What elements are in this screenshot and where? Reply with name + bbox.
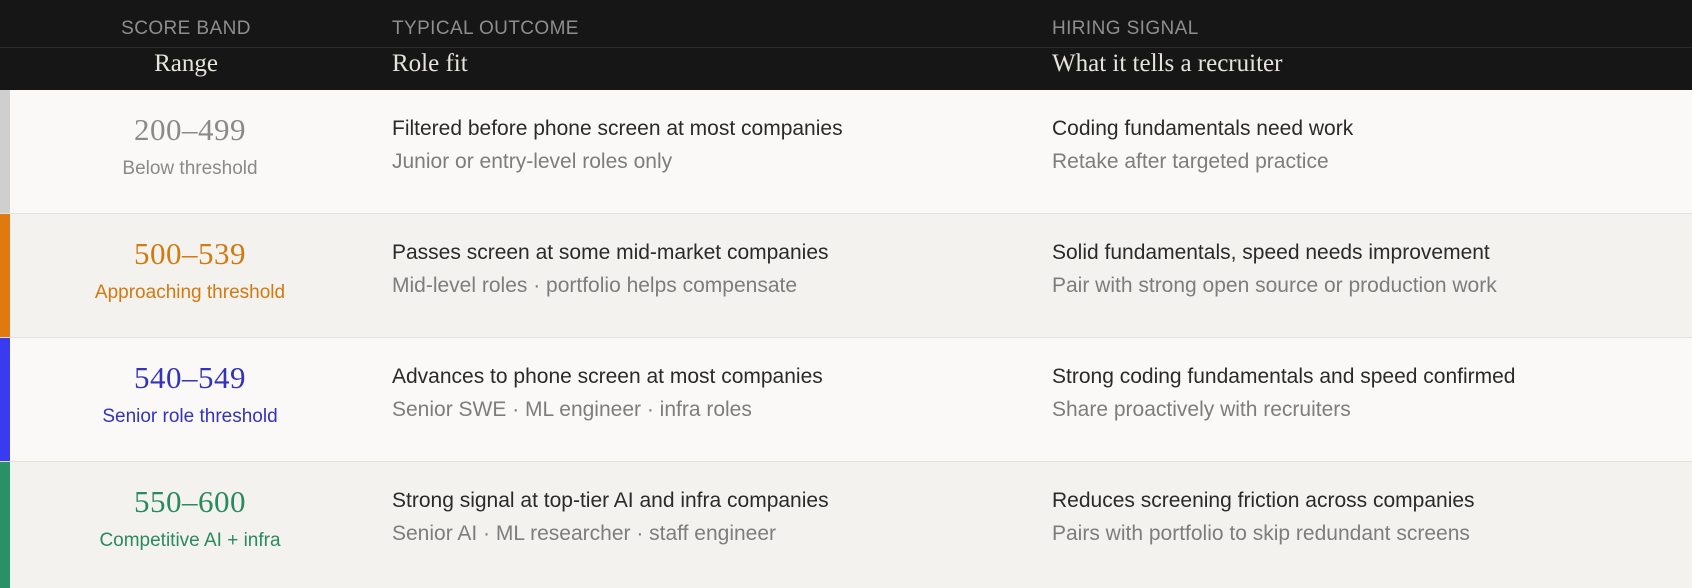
range-cell: 500–539 Approaching threshold bbox=[10, 214, 370, 337]
band-label: Below threshold bbox=[122, 158, 258, 179]
table-row: 500–539 Approaching threshold Passes scr… bbox=[0, 214, 1692, 338]
header-range-column: SCORE BAND Range bbox=[0, 0, 372, 90]
header-signal-title: What it tells a recruiter bbox=[1052, 50, 1283, 77]
row-accent-bar bbox=[0, 90, 10, 213]
band-label: Approaching threshold bbox=[94, 282, 286, 303]
outcome-secondary: Senior AI · ML researcher · staff engine… bbox=[392, 522, 777, 545]
signal-cell: Reduces screening friction across compan… bbox=[1052, 462, 1672, 588]
range-cell: 200–499 Below threshold bbox=[10, 90, 370, 213]
range-cell: 540–549 Senior role threshold bbox=[10, 338, 370, 461]
row-accent-bar bbox=[0, 462, 10, 588]
score-range: 200–499 bbox=[134, 112, 246, 147]
header-range-title: Range bbox=[154, 50, 218, 77]
row-accent-bar bbox=[0, 338, 10, 461]
outcome-secondary: Mid-level roles · portfolio helps compen… bbox=[392, 274, 798, 297]
outcome-cell: Advances to phone screen at most compani… bbox=[392, 338, 1032, 461]
table-header: SCORE BAND Range TYPICAL OUTCOME Role fi… bbox=[0, 0, 1692, 90]
table-body: 200–499 Below threshold Filtered before … bbox=[0, 90, 1692, 588]
outcome-cell: Filtered before phone screen at most com… bbox=[392, 90, 1032, 213]
outcome-secondary: Junior or entry-level roles only bbox=[392, 150, 673, 173]
signal-primary: Coding fundamentals need work bbox=[1052, 117, 1354, 140]
header-range-eyebrow: SCORE BAND bbox=[115, 18, 257, 40]
table-row: 550–600 Competitive AI + infra Strong si… bbox=[0, 462, 1692, 588]
signal-cell: Solid fundamentals, speed needs improvem… bbox=[1052, 214, 1672, 337]
signal-primary: Reduces screening friction across compan… bbox=[1052, 489, 1475, 512]
header-signal-eyebrow: HIRING SIGNAL bbox=[1052, 18, 1205, 40]
outcome-cell: Strong signal at top-tier AI and infra c… bbox=[392, 462, 1032, 588]
signal-cell: Strong coding fundamentals and speed con… bbox=[1052, 338, 1672, 461]
table-row: 200–499 Below threshold Filtered before … bbox=[0, 90, 1692, 214]
row-accent-bar bbox=[0, 214, 10, 337]
band-label: Senior role threshold bbox=[102, 406, 278, 427]
signal-primary: Solid fundamentals, speed needs improvem… bbox=[1052, 241, 1490, 264]
signal-secondary: Pair with strong open source or producti… bbox=[1052, 274, 1497, 297]
signal-secondary: Retake after targeted practice bbox=[1052, 150, 1329, 173]
signal-secondary: Share proactively with recruiters bbox=[1052, 398, 1351, 421]
score-range: 550–600 bbox=[134, 484, 246, 519]
signal-secondary: Pairs with portfolio to skip redundant s… bbox=[1052, 522, 1470, 545]
signal-primary: Strong coding fundamentals and speed con… bbox=[1052, 365, 1516, 388]
outcome-primary: Filtered before phone screen at most com… bbox=[392, 117, 843, 140]
signal-cell: Coding fundamentals need work Retake aft… bbox=[1052, 90, 1672, 213]
score-band-table: SCORE BAND Range TYPICAL OUTCOME Role fi… bbox=[0, 0, 1692, 588]
outcome-primary: Passes screen at some mid-market compani… bbox=[392, 241, 829, 264]
outcome-secondary: Senior SWE · ML engineer · infra roles bbox=[392, 398, 752, 421]
header-signal-column: HIRING SIGNAL What it tells a recruiter bbox=[1052, 0, 1672, 90]
score-range: 540–549 bbox=[134, 360, 246, 395]
outcome-cell: Passes screen at some mid-market compani… bbox=[392, 214, 1032, 337]
outcome-primary: Advances to phone screen at most compani… bbox=[392, 365, 823, 388]
range-cell: 550–600 Competitive AI + infra bbox=[10, 462, 370, 588]
header-outcome-column: TYPICAL OUTCOME Role fit bbox=[392, 0, 1032, 90]
score-range: 500–539 bbox=[134, 236, 246, 271]
table-row: 540–549 Senior role threshold Advances t… bbox=[0, 338, 1692, 462]
outcome-primary: Strong signal at top-tier AI and infra c… bbox=[392, 489, 829, 512]
header-outcome-eyebrow: TYPICAL OUTCOME bbox=[392, 18, 585, 40]
band-label: Competitive AI + infra bbox=[99, 530, 281, 551]
header-outcome-title: Role fit bbox=[392, 50, 468, 77]
